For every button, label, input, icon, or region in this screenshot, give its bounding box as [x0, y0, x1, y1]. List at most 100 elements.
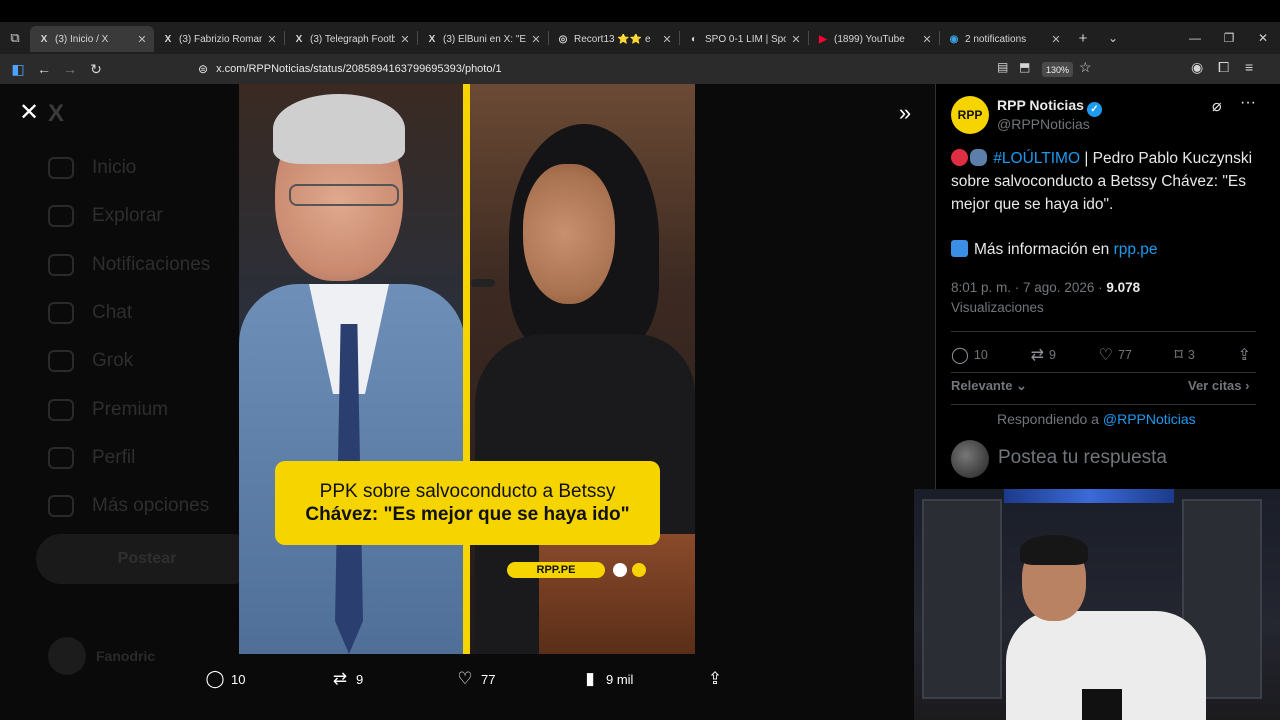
views-count: 9 mil: [606, 671, 634, 687]
user-name: Fanodric: [96, 648, 156, 664]
repost-button[interactable]: ⇄ 9: [1031, 345, 1056, 365]
tab-sport[interactable]: ◐ SPO 0-1 LIM | Sport Bo ✕: [680, 26, 808, 52]
divider: [951, 404, 1256, 405]
tab-title: 2 notifications: [965, 33, 1027, 45]
nav-label: Grok: [92, 350, 134, 372]
tab-elbuni[interactable]: X (3) ElBuni en X: "En ru ✕: [418, 26, 548, 52]
views-chart-icon: ▮: [585, 669, 595, 688]
chevron-down-icon: ⌄: [1012, 378, 1027, 393]
site-info-icon[interactable]: ⊜: [198, 62, 208, 76]
tweet-text: #LOÚLTIMO | Pedro Pablo Kuczynski sobre …: [951, 147, 1271, 216]
tab-close-icon[interactable]: ✕: [530, 33, 542, 46]
view-quotes-link[interactable]: Ver citas ›: [1188, 378, 1249, 393]
menu-icon[interactable]: ≡: [1245, 59, 1253, 75]
views-label: Visualizaciones: [951, 300, 1044, 315]
close-viewer-icon[interactable]: ✕: [18, 101, 40, 125]
minimize-icon[interactable]: —: [1178, 22, 1212, 54]
avatar[interactable]: RPP: [951, 96, 989, 134]
tab-close-icon[interactable]: ✕: [790, 33, 802, 46]
bookmark-star-icon[interactable]: ☆: [1079, 59, 1092, 76]
sort-label: Relevante: [951, 378, 1013, 393]
tab-actions-icon[interactable]: ⧉: [0, 22, 30, 54]
views-button[interactable]: ▮ 9 mil: [580, 669, 705, 689]
grok-icon[interactable]: ⌀: [1212, 96, 1230, 115]
tab-bar: ⧉ X (3) Inicio / X ✕ X (3) Fabrizio Roma…: [0, 22, 1280, 54]
tab-fabrizio[interactable]: X (3) Fabrizio Romano en ✕: [154, 26, 284, 52]
back-icon[interactable]: ←: [31, 56, 57, 82]
more-info-prefix: Más información en: [974, 241, 1114, 258]
hashtag-link[interactable]: #LOÚLTIMO: [993, 150, 1080, 167]
account-name[interactable]: RPP Noticias ✓: [997, 97, 1102, 117]
address-bar[interactable]: ⊜ x.com/RPPNoticias/status/2085894163799…: [198, 58, 1098, 80]
account-handle[interactable]: @RPPNoticias: [997, 116, 1090, 132]
tab-close-icon[interactable]: ✕: [136, 33, 148, 46]
reply-button[interactable]: ◯ 10: [951, 345, 988, 365]
tab-title: Recort13 ⭐⭐ e: [574, 33, 651, 45]
tab-telegraph[interactable]: X (3) Telegraph Football ✕: [285, 26, 417, 52]
divider: [951, 372, 1256, 373]
nav-label: Chat: [92, 302, 133, 324]
brand-dot-yellow: [632, 563, 646, 577]
tab-close-icon[interactable]: ✕: [1050, 33, 1062, 46]
reply-button[interactable]: ◯ 10: [205, 669, 330, 689]
sidebar-icon[interactable]: ◧: [5, 56, 31, 82]
timestamp-text[interactable]: 8:01 p. m. · 7 ago. 2026 ·: [951, 280, 1106, 295]
tab-youtube[interactable]: ▶ (1899) YouTube ✕: [809, 26, 939, 52]
like-button[interactable]: ♡ 77: [455, 669, 580, 689]
share-button[interactable]: ⇪: [1238, 345, 1256, 365]
tab-inicio[interactable]: X (3) Inicio / X ✕: [30, 26, 154, 52]
rpp-link[interactable]: rpp.pe: [1114, 241, 1158, 258]
zoom-badge[interactable]: 130%: [1042, 62, 1074, 77]
replying-handle-link[interactable]: @RPPNoticias: [1103, 411, 1196, 427]
red-circle-icon: [951, 149, 968, 166]
heart-icon: ♡: [457, 669, 473, 688]
like-button[interactable]: ♡ 77: [1099, 345, 1132, 365]
save-page-icon[interactable]: ⬒: [1019, 60, 1030, 74]
reload-icon[interactable]: ↻: [83, 56, 109, 82]
sort-replies-dropdown[interactable]: Relevante ⌄: [951, 378, 1027, 394]
tab-close-icon[interactable]: ✕: [399, 33, 411, 46]
photo-figure: [273, 94, 405, 164]
tab-notifications[interactable]: ◉ 2 notifications ✕: [940, 26, 1068, 52]
new-tab-button[interactable]: +: [1068, 22, 1098, 54]
more-icon[interactable]: ···: [1237, 94, 1259, 112]
nav-label: Perfil: [92, 446, 136, 468]
tab-recort13[interactable]: ◎ Recort13 ⭐⭐ e ✕: [549, 26, 679, 52]
more-options-icon: [48, 495, 74, 518]
tab-list-chevron-icon[interactable]: ⌄: [1098, 22, 1128, 54]
reply-input[interactable]: Postea tu respuesta: [998, 447, 1167, 469]
reply-icon: ◯: [205, 669, 225, 688]
photo-figure: [289, 184, 399, 206]
photo-figure: [523, 164, 615, 304]
extensions-icon[interactable]: ⧠: [1218, 59, 1229, 76]
chevron-right-icon: ›: [1241, 378, 1250, 393]
avatar: [951, 440, 989, 478]
tab-close-icon[interactable]: ✕: [661, 33, 673, 46]
tab-close-icon[interactable]: ✕: [921, 33, 933, 46]
tweet-stats: ◯ 10 ⇄ 9 ♡ 77 ⌑ 3 ⇪: [951, 345, 1256, 365]
photo-headline: PPK sobre salvoconducto a Betssy Chávez:…: [275, 461, 660, 545]
account-icon[interactable]: ◉: [1191, 59, 1203, 76]
collapse-sidebar-icon[interactable]: »: [893, 102, 917, 126]
repost-button[interactable]: ⇄ 9: [330, 669, 455, 689]
window-close-icon[interactable]: ✕: [1246, 22, 1280, 54]
nav-item-chat: Chat: [48, 289, 210, 337]
forward-icon[interactable]: →: [57, 56, 83, 82]
tweet-photo: PPK sobre salvoconducto a Betssy Chávez:…: [239, 84, 695, 654]
photo-action-bar: ◯ 10 ⇄ 9 ♡ 77 ▮ 9 mil ⇪: [205, 668, 735, 690]
headline-line-2: Chávez: "Es mejor que se haya ido": [305, 504, 630, 525]
photo-podium: [539, 534, 695, 654]
x-favicon-icon: ◎: [558, 33, 568, 45]
reader-mode-icon[interactable]: ▤: [997, 60, 1008, 74]
share-button[interactable]: ⇪: [705, 669, 731, 689]
grok-icon: [48, 350, 74, 373]
telegram-favicon-icon: ◉: [949, 33, 959, 45]
avatar: [48, 637, 86, 675]
bookmark-button[interactable]: ⌑ 3: [1175, 345, 1195, 365]
account-name-text: RPP Noticias: [997, 97, 1084, 113]
tab-close-icon[interactable]: ✕: [266, 33, 278, 46]
brand-dot-white: [613, 563, 627, 577]
restore-icon[interactable]: ❐: [1212, 22, 1246, 54]
photo-divider: [463, 84, 470, 654]
verified-badge-icon: ✓: [1086, 102, 1102, 117]
